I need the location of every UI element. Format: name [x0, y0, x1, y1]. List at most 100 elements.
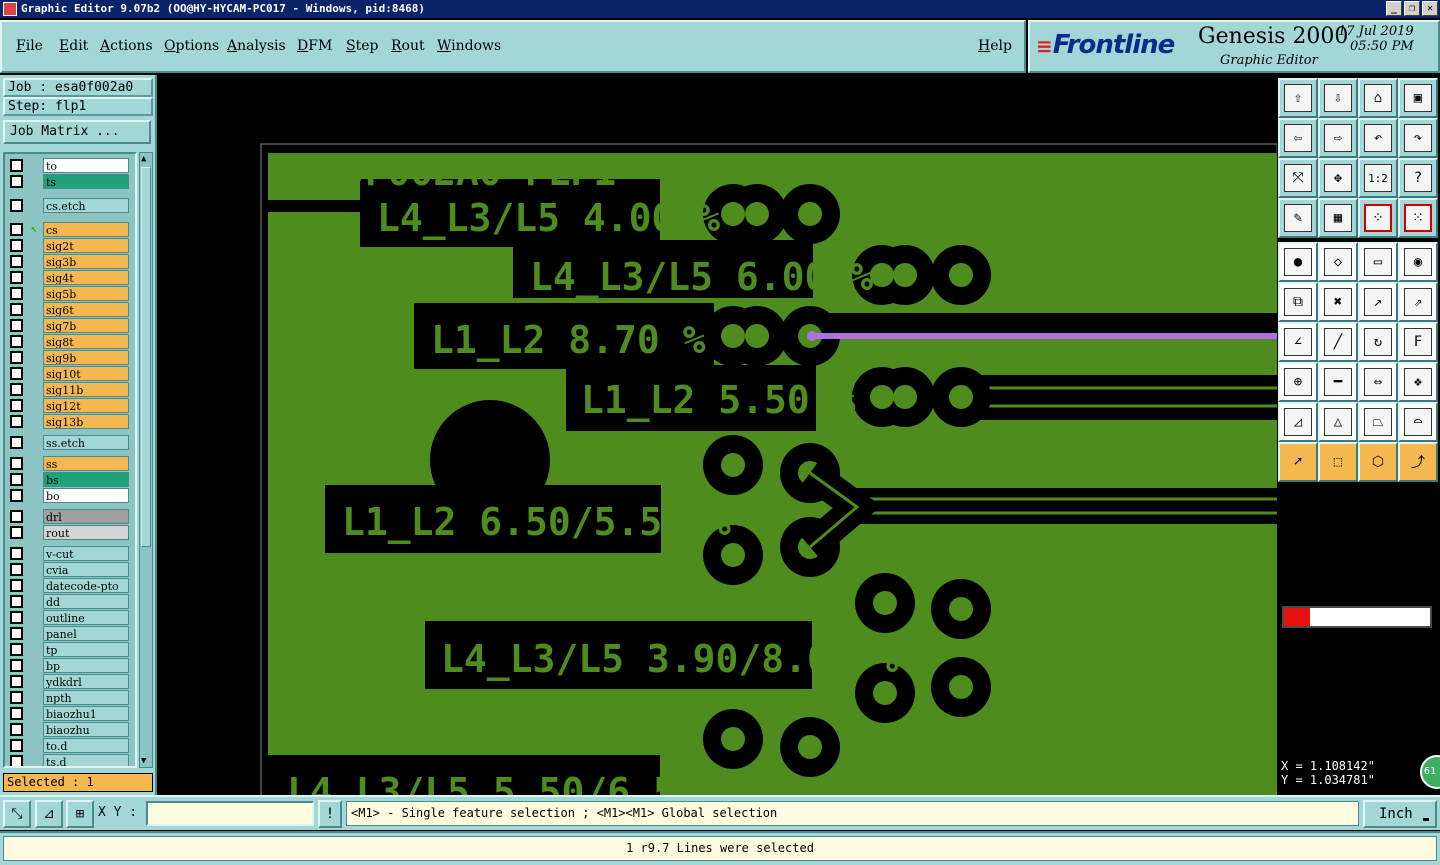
job-matrix-button[interactable]: Job Matrix ...	[3, 120, 151, 144]
line-cut-button[interactable]: ╱	[1318, 322, 1358, 362]
layer-row-bs[interactable]: bs	[7, 471, 129, 487]
layer-checkbox[interactable]	[10, 674, 23, 688]
layer-row-sig5b[interactable]: sig5b	[7, 285, 129, 301]
graphic-canvas[interactable]: ESA0F002A0 FLP1 L4_L3/L5 4.00 % L4_L3/L5…	[157, 75, 1277, 795]
selected-trace-end[interactable]	[807, 331, 817, 341]
merge-button[interactable]: ❖	[1398, 362, 1438, 402]
scroll-thumb[interactable]	[141, 167, 151, 547]
left-arrow-button[interactable]: ⇦	[1278, 118, 1318, 158]
layer-checkbox[interactable]	[10, 414, 23, 428]
up-arrow-button[interactable]: ⇧	[1278, 78, 1318, 118]
layer-checkbox[interactable]	[10, 738, 23, 752]
layer-checkbox[interactable]	[10, 472, 23, 486]
zoom-fit-button[interactable]: ⤧	[1278, 158, 1318, 198]
add-pad-button[interactable]: ●	[1278, 242, 1318, 282]
snap-alt-button[interactable]: ⁙	[1398, 198, 1438, 238]
delete-feature-button[interactable]: ✖	[1318, 282, 1358, 322]
text-tool-button[interactable]: F	[1398, 322, 1438, 362]
zoom-window-button[interactable]: ⤡	[3, 800, 31, 828]
layer-checkbox[interactable]	[10, 270, 23, 284]
polygon-button[interactable]: ⏢	[1358, 402, 1398, 442]
layer-row-sig4t[interactable]: sig4t	[7, 269, 129, 285]
menu-file[interactable]: File	[16, 38, 43, 54]
layer-checkbox[interactable]	[10, 562, 23, 576]
layer-row-biaozhu1[interactable]: biaozhu1	[7, 705, 129, 721]
layer-row-datecode-pto[interactable]: datecode-pto	[7, 577, 129, 593]
layer-row-v-cut[interactable]: v-cut	[7, 545, 129, 561]
layer-checkbox[interactable]	[10, 254, 23, 268]
scroll-up-icon[interactable]: ▲	[141, 153, 146, 165]
layer-checkbox[interactable]	[10, 546, 23, 560]
layer-row-sig2t[interactable]: sig2t	[7, 237, 129, 253]
layer-checkbox[interactable]	[10, 366, 23, 380]
layer-row-biaozhu[interactable]: biaozhu	[7, 721, 129, 737]
layer-checkbox[interactable]	[10, 435, 23, 449]
layer-checkbox[interactable]	[10, 334, 23, 348]
route-button[interactable]: ⤴	[1398, 442, 1438, 482]
layer-row-tp[interactable]: tp	[7, 641, 129, 657]
layer-row-dd[interactable]: dd	[7, 593, 129, 609]
grid-button[interactable]: ▦	[1318, 198, 1358, 238]
layer-checkbox[interactable]	[10, 509, 23, 523]
grid-snap-button[interactable]: ⊞	[66, 800, 94, 828]
layer-checkbox[interactable]	[10, 642, 23, 656]
copy-feature-button[interactable]: ⇗	[1398, 282, 1438, 322]
layer-checkbox[interactable]	[10, 456, 23, 470]
pointer-box-button[interactable]: ⬚	[1318, 442, 1358, 482]
home-button[interactable]: ⌂	[1358, 78, 1398, 118]
layer-row-cs-etch[interactable]: cs.etch	[7, 197, 129, 213]
layer-row-sig3b[interactable]: sig3b	[7, 253, 129, 269]
restore-button[interactable]: ❐	[1404, 1, 1420, 16]
minimize-button[interactable]: _	[1386, 1, 1402, 16]
redo-button[interactable]: ↷	[1398, 118, 1438, 158]
layer-checkbox[interactable]	[10, 488, 23, 502]
measure-button[interactable]: ✎	[1278, 198, 1318, 238]
menu-options[interactable]: Options	[164, 38, 219, 54]
layer-checkbox[interactable]	[10, 350, 23, 364]
pad-select-button[interactable]: ◉	[1398, 242, 1438, 282]
info-button[interactable]: !	[318, 800, 342, 828]
triangle-button[interactable]: △	[1318, 402, 1358, 442]
menu-help[interactable]: Help	[978, 38, 1012, 54]
polygon-cut-button[interactable]: ⌓	[1398, 402, 1438, 442]
menu-step[interactable]: Step	[346, 38, 378, 54]
net-button[interactable]: ⧉	[1278, 282, 1318, 322]
layer-checkbox[interactable]	[10, 706, 23, 720]
ruler-button[interactable]: ▭	[1358, 242, 1398, 282]
layer-checkbox[interactable]	[10, 658, 23, 672]
layer-checkbox[interactable]	[10, 174, 23, 188]
zoom-center-button[interactable]: ✥	[1318, 158, 1358, 198]
menu-actions[interactable]: Actions	[100, 38, 153, 54]
undo-button[interactable]: ↶	[1358, 118, 1398, 158]
layer-row-ts[interactable]: ts	[7, 173, 129, 189]
right-arrow-button[interactable]: ⇨	[1318, 118, 1358, 158]
layer-checkbox[interactable]	[10, 222, 23, 236]
layer-row-ss[interactable]: ss	[7, 455, 129, 471]
layer-row-sig12t[interactable]: sig12t	[7, 397, 129, 413]
arc-tool-button[interactable]: ↻	[1358, 322, 1398, 362]
layer-row-ydkdrl[interactable]: ydkdrl	[7, 673, 129, 689]
layer-row-sig8t[interactable]: sig8t	[7, 333, 129, 349]
layer-checkbox[interactable]	[10, 158, 23, 172]
measure-button[interactable]: ⊿	[35, 800, 63, 828]
snap-button[interactable]: ⁘	[1358, 198, 1398, 238]
layer-row-sig10t[interactable]: sig10t	[7, 365, 129, 381]
window-button[interactable]: ▣	[1398, 78, 1438, 118]
menu-analysis[interactable]: Analysis	[227, 38, 286, 54]
menu-rout[interactable]: Rout	[391, 38, 425, 54]
layer-checkbox[interactable]	[10, 690, 23, 704]
scroll-down-icon[interactable]: ▼	[141, 755, 146, 767]
pad-add-button[interactable]: ⊕	[1278, 362, 1318, 402]
layer-checkbox[interactable]	[10, 382, 23, 396]
layer-row-sig6t[interactable]: sig6t	[7, 301, 129, 317]
layer-row-cvia[interactable]: cvia	[7, 561, 129, 577]
layer-checkbox[interactable]	[10, 302, 23, 316]
scale-1-2-button[interactable]: 1:2	[1358, 158, 1398, 198]
xy-input[interactable]	[146, 801, 314, 826]
layer-row-sig9b[interactable]: sig9b	[7, 349, 129, 365]
menu-windows[interactable]: Windows	[437, 38, 501, 54]
layer-row-rout[interactable]: rout	[7, 524, 129, 540]
layer-row-npth[interactable]: npth	[7, 689, 129, 705]
layer-row-to[interactable]: to	[7, 157, 129, 173]
move-feature-button[interactable]: ↗	[1358, 282, 1398, 322]
